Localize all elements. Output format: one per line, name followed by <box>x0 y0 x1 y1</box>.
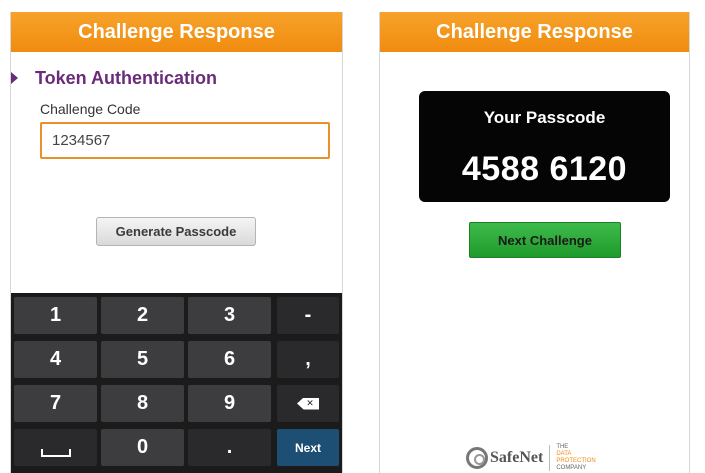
passcode-label: Your Passcode <box>483 108 606 127</box>
logo-tagline: THE DATA PROTECTION COMPANY <box>556 444 595 472</box>
safenet-logo: SafeNet THE DATA PROTECTION COMPANY <box>466 444 596 472</box>
title-bar: Challenge Response <box>380 12 689 52</box>
tagline-line4: COMPANY <box>556 465 587 471</box>
generate-passcode-button[interactable]: Generate Passcode <box>96 217 256 246</box>
backspace-icon: ✕ <box>297 397 319 410</box>
safenet-logo-icon <box>466 447 488 469</box>
backspace-key[interactable]: ✕ <box>277 385 339 422</box>
screen-title: Challenge Response <box>436 20 633 43</box>
key-9[interactable]: 9 <box>188 385 271 422</box>
space-icon <box>40 448 71 457</box>
key-6[interactable]: 6 <box>188 341 271 378</box>
logo-divider <box>549 445 551 471</box>
numeric-keypad: 1 2 3 - 4 5 6 , 7 8 9 ✕ 0 . Next <box>11 293 342 473</box>
next-key[interactable]: Next <box>277 429 339 466</box>
key-0[interactable]: 0 <box>101 429 184 466</box>
key-8[interactable]: 8 <box>101 385 184 422</box>
tagline-line3: PROTECTION <box>556 458 596 464</box>
tagline-line2: DATA <box>556 451 572 457</box>
next-challenge-button[interactable]: Next Challenge <box>469 222 621 258</box>
title-bar: Challenge Response <box>11 12 342 52</box>
space-key[interactable] <box>14 429 97 466</box>
key-5[interactable]: 5 <box>101 341 184 378</box>
screen-title: Challenge Response <box>78 20 275 43</box>
key-dash[interactable]: - <box>277 297 339 334</box>
key-3[interactable]: 3 <box>188 297 271 334</box>
key-period[interactable]: . <box>188 429 271 466</box>
tagline-line1: THE <box>556 444 569 450</box>
logo-wordmark: SafeNet <box>490 449 544 466</box>
challenge-code-input[interactable] <box>40 122 330 159</box>
passcode-display: Your Passcode 4588 6120 <box>419 91 670 202</box>
section-title: Token Authentication <box>35 68 217 88</box>
key-comma[interactable]: , <box>277 341 339 378</box>
section-arrow-icon <box>11 72 18 84</box>
left-phone-screen: Challenge Response Token Authentication … <box>10 12 343 473</box>
right-phone-screen: Challenge Response Your Passcode 4588 61… <box>379 12 690 473</box>
key-4[interactable]: 4 <box>14 341 97 378</box>
key-7[interactable]: 7 <box>14 385 97 422</box>
key-1[interactable]: 1 <box>14 297 97 334</box>
challenge-code-label: Challenge Code <box>40 101 141 117</box>
passcode-value: 4588 6120 <box>461 150 628 188</box>
key-2[interactable]: 2 <box>101 297 184 334</box>
